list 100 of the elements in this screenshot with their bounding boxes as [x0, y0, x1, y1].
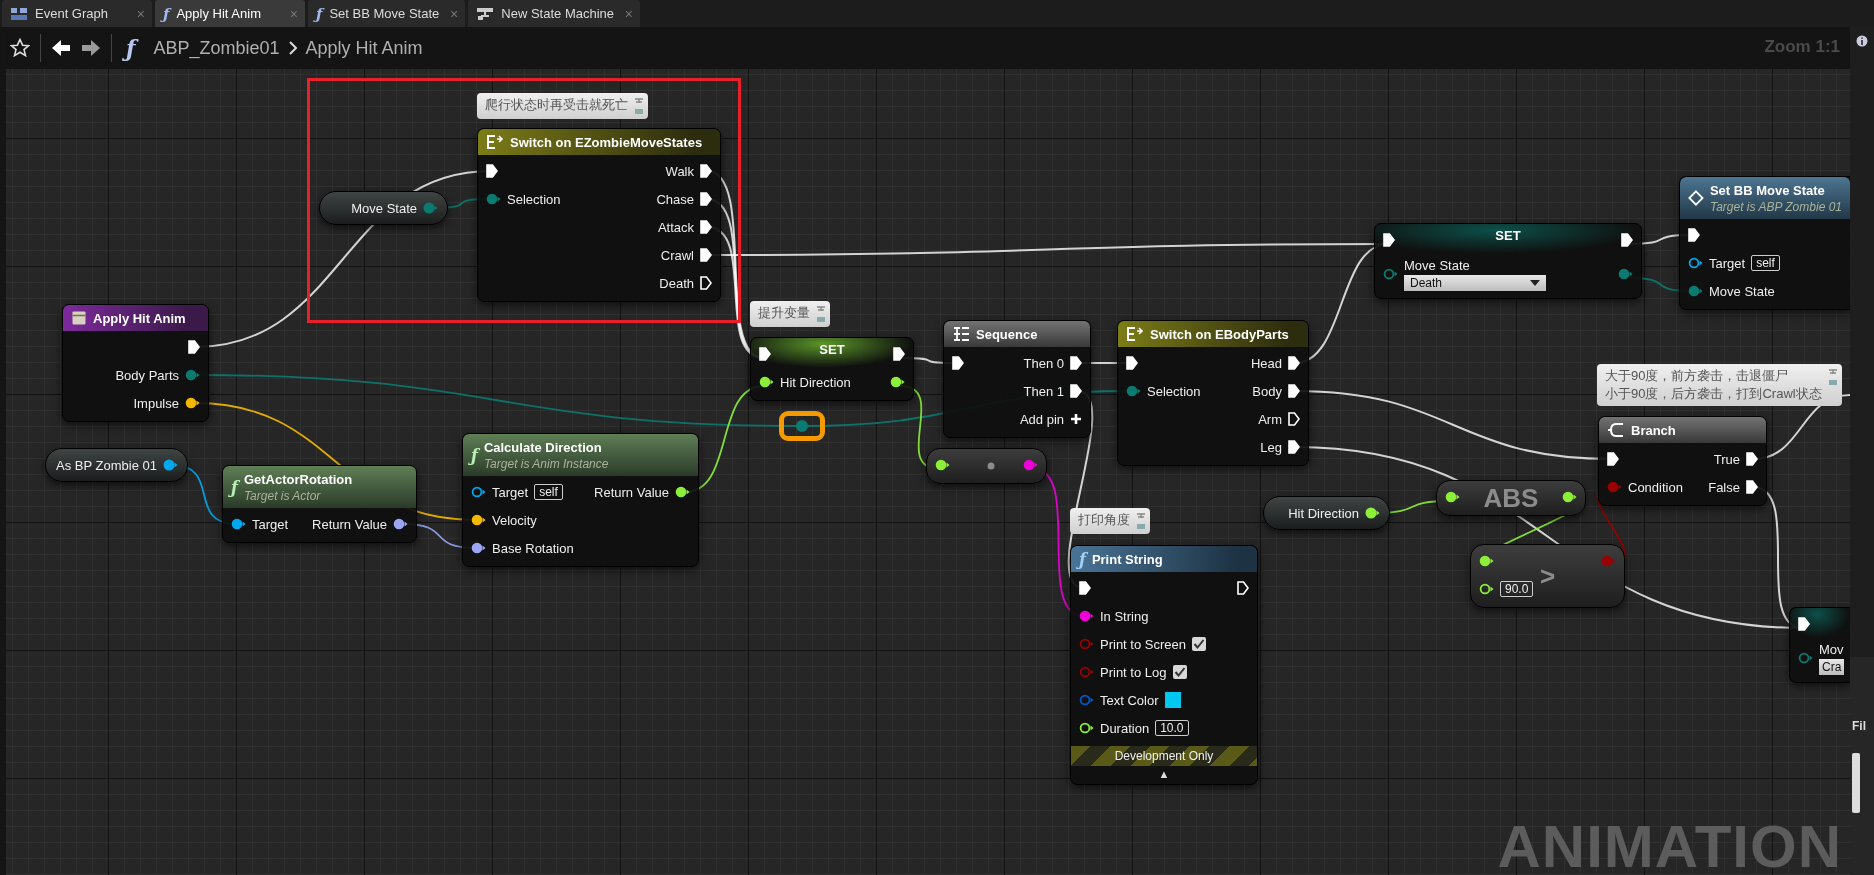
exec-pin[interactable] — [1746, 452, 1758, 466]
graph-node[interactable]: Branch True Condition False — [1598, 416, 1767, 506]
comment-bubble[interactable]: 打印角度 — [1070, 508, 1150, 534]
data-pin[interactable] — [393, 518, 408, 530]
data-pin[interactable] — [1479, 555, 1494, 567]
tab[interactable]: Event Graph × — [2, 0, 152, 27]
data-pin[interactable] — [163, 459, 178, 471]
checkbox[interactable] — [1172, 665, 1187, 679]
variable-node[interactable]: As BP Zombie 01 — [45, 448, 188, 482]
graph-icon — [10, 6, 28, 21]
graph-node[interactable]: Switch on EBodyParts Head Selection Body Arm Leg — [1117, 320, 1309, 466]
data-pin[interactable] — [1479, 583, 1494, 595]
exec-pin[interactable] — [1288, 440, 1300, 454]
graph-node[interactable]: Sequence Then 0 Then 1 Add pin — [943, 320, 1091, 438]
exec-pin[interactable] — [700, 192, 712, 206]
value-field[interactable]: 90.0 — [1500, 581, 1534, 597]
data-pin[interactable] — [231, 518, 246, 530]
exec-pin[interactable] — [1621, 233, 1633, 247]
graph-node[interactable]: SET Move State Death — [1374, 223, 1642, 299]
sequence-icon — [952, 326, 970, 342]
data-pin[interactable] — [890, 376, 905, 388]
breadcrumb-link[interactable]: ABP_Zombie01 — [153, 37, 280, 59]
diamond-icon — [1688, 189, 1704, 207]
exec-pin[interactable] — [952, 356, 964, 370]
exec-pin[interactable] — [188, 340, 200, 354]
exec-pin[interactable] — [1237, 581, 1249, 595]
scrollbar[interactable] — [1852, 753, 1860, 813]
data-pin[interactable] — [1688, 257, 1703, 269]
exec-pin[interactable] — [700, 276, 712, 290]
data-pin[interactable] — [185, 397, 200, 409]
breadcrumb-link[interactable]: Apply Hit Anim — [305, 37, 423, 59]
data-pin[interactable] — [1562, 491, 1577, 503]
data-pin[interactable] — [1365, 507, 1380, 519]
exec-pin[interactable] — [1688, 228, 1700, 242]
exec-pin[interactable] — [759, 347, 771, 361]
graph-node[interactable] — [926, 448, 1047, 484]
data-pin[interactable] — [1445, 491, 1460, 503]
comment-bubble[interactable]: 大于90度，前方袭击，击退僵尸 小于90度，后方袭击，打到Crawl状态 — [1597, 364, 1842, 406]
enum-dropdown[interactable]: Death — [1404, 274, 1546, 291]
exec-pin[interactable] — [1288, 384, 1300, 398]
reroute-node[interactable] — [779, 411, 825, 441]
data-pin[interactable] — [471, 486, 486, 498]
value-field[interactable]: self — [534, 484, 563, 500]
exec-pin[interactable] — [700, 164, 712, 178]
data-pin[interactable] — [471, 542, 486, 554]
value-field[interactable]: self — [1751, 255, 1780, 271]
info-icon[interactable] — [1856, 35, 1868, 47]
exec-pin[interactable] — [1288, 412, 1300, 426]
graph-node[interactable]: Switch on EZombieMoveStates Walk Selection Chase Attack Crawl Death — [477, 128, 721, 302]
forward-arrow-icon[interactable] — [81, 38, 101, 58]
pin-label: Target — [252, 516, 289, 532]
comment-bubble[interactable]: 提升变量 — [750, 301, 830, 327]
node-title: > — [1539, 560, 1556, 592]
graph-node[interactable]: 90.0 > — [1470, 544, 1625, 608]
exec-pin[interactable] — [486, 164, 498, 178]
tab[interactable]: New State Machine × — [468, 0, 641, 27]
star-icon[interactable] — [10, 38, 30, 58]
graph-node[interactable]: ABS — [1436, 480, 1586, 516]
pin-icon[interactable] — [1827, 367, 1838, 387]
tab[interactable]: ƒ Apply Hit Anim × — [155, 0, 305, 27]
exec-pin[interactable] — [893, 347, 905, 361]
exec-pin[interactable] — [1079, 581, 1091, 595]
plus-icon[interactable] — [1070, 413, 1082, 425]
data-pin[interactable] — [759, 376, 774, 388]
tab[interactable]: ƒ Set BB Move State × — [308, 0, 466, 27]
data-pin[interactable] — [675, 486, 690, 498]
enum-dropdown[interactable]: Cra — [1819, 658, 1845, 675]
pin-icon[interactable] — [1136, 511, 1146, 531]
pin-icon[interactable] — [816, 304, 826, 324]
graph-node[interactable]: SET Hit Direction — [750, 337, 914, 401]
knot-icon — [795, 419, 809, 433]
exec-pin[interactable] — [1607, 452, 1619, 466]
data-pin[interactable] — [1079, 722, 1094, 734]
comment-text: 爬行状态时再受击就死亡 — [485, 96, 628, 114]
graph-node[interactable]: Mov Cra — [1789, 607, 1850, 683]
color-swatch[interactable] — [1164, 692, 1181, 708]
graph-node[interactable]: Apply Hit Anim Body Parts Impulse — [62, 304, 209, 422]
variable-node[interactable]: Move State — [319, 191, 448, 225]
exec-pin[interactable] — [700, 248, 712, 262]
exec-pin[interactable] — [1070, 384, 1082, 398]
graph-node[interactable]: Set BB Move State Target is ABP Zombie 01 Target self Move State — [1679, 176, 1850, 310]
value-field[interactable]: 10.0 — [1155, 720, 1189, 736]
expand-button[interactable]: ▲ — [1158, 768, 1170, 780]
pin-icon[interactable] — [634, 96, 644, 116]
exec-pin[interactable] — [1288, 356, 1300, 370]
pin-label: Condition — [1628, 479, 1683, 495]
data-pin[interactable] — [471, 514, 486, 526]
exec-pin[interactable] — [1746, 480, 1758, 494]
exec-pin[interactable] — [1383, 233, 1395, 247]
back-arrow-icon[interactable] — [51, 38, 71, 58]
exec-pin[interactable] — [1126, 356, 1138, 370]
data-pin[interactable] — [935, 459, 950, 471]
graph-node[interactable]: ƒ Print String In String Print to Screen Print to Log Text Color Duration 10.0 Development Only ▲ — [1070, 545, 1258, 785]
variable-node[interactable]: Hit Direction — [1263, 496, 1390, 530]
checkbox[interactable] — [1192, 637, 1206, 651]
exec-pin[interactable] — [700, 220, 712, 234]
pin-label: Body — [1252, 383, 1282, 399]
exec-pin[interactable] — [1070, 356, 1082, 370]
exec-pin[interactable] — [1798, 617, 1810, 631]
comment-bubble[interactable]: 爬行状态时再受击就死亡 — [477, 93, 648, 119]
